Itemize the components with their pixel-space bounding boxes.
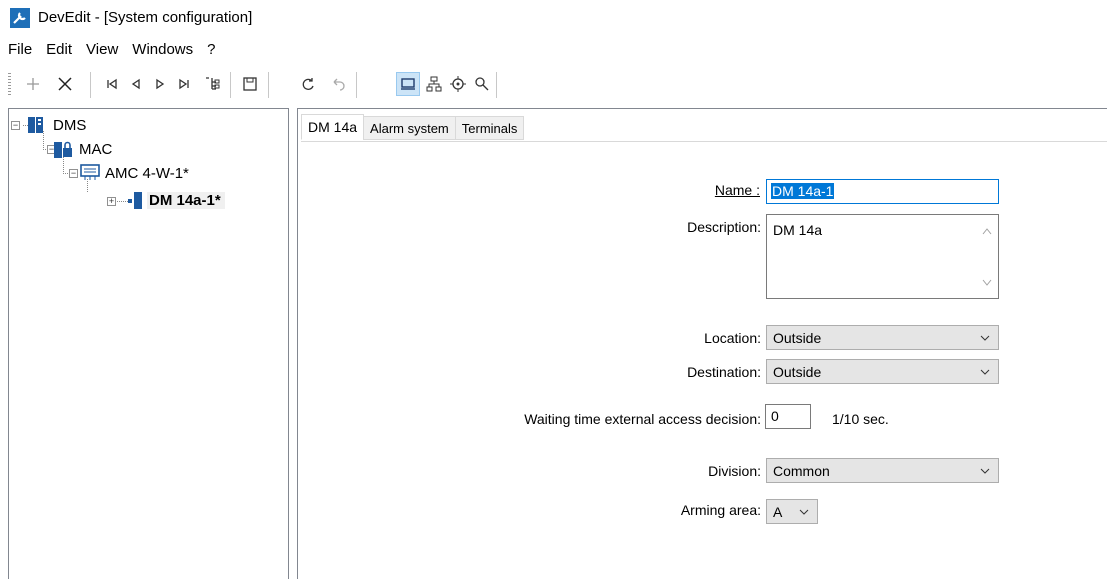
description-field[interactable]: DM 14a [766, 214, 999, 299]
tab-terminals[interactable]: Terminals [454, 116, 525, 140]
menu-file[interactable]: File [0, 38, 38, 64]
arming-area-select[interactable]: A [766, 499, 818, 524]
refresh-button[interactable] [296, 72, 320, 96]
first-icon [107, 78, 117, 90]
last-button[interactable] [172, 72, 196, 96]
arming-area-label: Arming area: [680, 502, 761, 518]
destination-label: Destination: [687, 364, 761, 380]
tab-bar: DM 14a Alarm system Terminals [301, 114, 525, 142]
description-label: Description: [687, 219, 761, 235]
toolbar-separator [90, 72, 91, 98]
waiting-time-label: Waiting time external access decision: [524, 411, 761, 427]
tree-view-icon [206, 77, 220, 90]
scroll-up-icon[interactable] [982, 227, 992, 235]
collapse-toggle[interactable]: − [69, 169, 78, 178]
previous-button[interactable] [124, 72, 148, 96]
tree-view-button[interactable] [200, 72, 224, 96]
menu-help[interactable]: ? [199, 38, 221, 64]
scroll-down-icon[interactable] [982, 279, 992, 287]
target-button[interactable] [446, 72, 470, 96]
undo-button[interactable] [326, 72, 350, 96]
menu-bar: File Edit View Windows ? [0, 38, 221, 64]
undo-icon [333, 78, 345, 91]
network-icon [426, 76, 442, 92]
chevron-down-icon [980, 335, 990, 341]
chevron-down-icon [980, 468, 990, 474]
tab-alarm-system[interactable]: Alarm system [363, 116, 456, 140]
delete-icon [58, 77, 72, 91]
toolbar-separator [268, 72, 269, 98]
search-button[interactable] [470, 72, 494, 96]
target-icon [450, 76, 466, 92]
next-icon [156, 78, 165, 90]
menu-windows[interactable]: Windows [124, 38, 199, 64]
previous-icon [131, 78, 140, 90]
toolbar-separator [230, 72, 231, 98]
waiting-time-unit: 1/10 sec. [832, 411, 889, 427]
tree-node-label: DMS [53, 116, 87, 134]
computer-view-icon [401, 78, 415, 90]
chevron-down-icon [980, 369, 990, 375]
wrench-icon [10, 8, 30, 28]
network-button[interactable] [422, 72, 446, 96]
name-field[interactable]: DM 14a-1 [766, 179, 999, 204]
toolbar [0, 64, 1107, 104]
toolbar-grip[interactable] [8, 73, 11, 97]
last-icon [179, 78, 189, 90]
tree-node-amc[interactable]: AMC 4-W-1* [79, 162, 189, 184]
refresh-icon [302, 78, 314, 90]
location-select[interactable]: Outside [766, 325, 999, 350]
tree-node-label: DM 14a-1* [147, 191, 225, 209]
next-button[interactable] [148, 72, 172, 96]
server-icon [28, 117, 43, 133]
toolbar-separator [356, 72, 357, 98]
server-lock-icon [54, 141, 72, 158]
search-icon [475, 77, 489, 91]
controller-icon [80, 164, 100, 180]
delete-button[interactable] [53, 72, 77, 96]
menu-view[interactable]: View [78, 38, 124, 64]
destination-select[interactable]: Outside [766, 359, 999, 384]
tree-node-dm14a[interactable]: DM 14a-1* [127, 189, 225, 211]
device-tree[interactable]: − DMS − MAC − AMC 4-W-1* + DM 14a-1* [8, 108, 289, 579]
chevron-down-icon [799, 509, 809, 515]
toolbar-separator [496, 72, 497, 98]
title-bar: DevEdit - [System configuration] [0, 0, 1107, 36]
collapse-toggle[interactable]: − [11, 121, 20, 130]
tab-divider [301, 141, 1107, 142]
add-button[interactable] [21, 72, 45, 96]
menu-edit[interactable]: Edit [38, 38, 78, 64]
tree-node-mac[interactable]: MAC [53, 138, 112, 160]
name-label: Name : [714, 182, 760, 198]
division-select[interactable]: Common [766, 458, 999, 483]
window-title: DevEdit - [System configuration] [38, 9, 253, 26]
tab-dm14a[interactable]: DM 14a [301, 114, 365, 140]
tree-node-dms[interactable]: DMS [27, 114, 86, 136]
expand-toggle[interactable]: + [107, 197, 116, 206]
location-label: Location: [704, 330, 761, 346]
first-button[interactable] [100, 72, 124, 96]
division-label: Division: [708, 463, 761, 479]
computer-view-button[interactable] [396, 72, 420, 96]
tree-node-label: AMC 4-W-1* [105, 164, 189, 182]
save-icon [243, 77, 257, 91]
waiting-time-input[interactable]: 0 [765, 404, 811, 429]
add-icon [27, 78, 39, 90]
door-module-icon [128, 192, 142, 209]
tree-node-label: MAC [79, 140, 113, 158]
save-button[interactable] [238, 72, 262, 96]
